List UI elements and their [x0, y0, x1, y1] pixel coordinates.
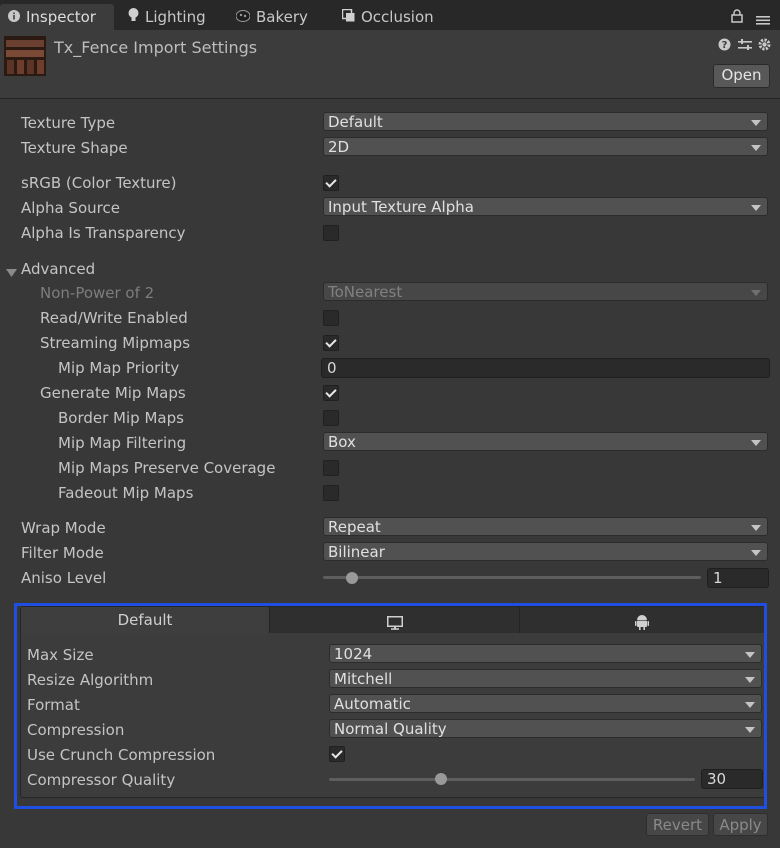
highlight-annotation [14, 603, 767, 809]
border-mip-maps-label: Border Mip Maps [58, 409, 184, 427]
texture-type-label: Texture Type [21, 114, 116, 132]
filter-mode-label: Filter Mode [21, 544, 104, 562]
fadeout-mip-maps-checkbox[interactable] [323, 485, 339, 501]
svg-text:?: ? [722, 40, 728, 51]
tab-label: Lighting [145, 8, 206, 26]
fadeout-mip-maps-label: Fadeout Mip Maps [58, 484, 194, 502]
tab-label: Bakery [256, 8, 308, 26]
srgb-label: sRGB (Color Texture) [21, 174, 177, 192]
page-title: Tx_Fence Import Settings [54, 38, 258, 57]
texture-thumbnail [4, 36, 46, 76]
gear-icon[interactable] [758, 38, 771, 55]
texture-shape-dropdown[interactable]: 2D [323, 137, 768, 156]
generate-mip-maps-label: Generate Mip Maps [40, 384, 186, 402]
dropdown-value: ToNearest [328, 283, 403, 301]
dropdown-value: Repeat [328, 518, 381, 536]
chevron-down-icon [751, 525, 761, 531]
streaming-mipmaps-label: Streaming Mipmaps [40, 334, 191, 352]
texture-shape-label: Texture Shape [21, 139, 128, 157]
non-power-of-2-label: Non-Power of 2 [40, 284, 155, 302]
dropdown-value: 2D [328, 138, 350, 156]
dropdown-value: Bilinear [328, 543, 385, 561]
advanced-foldout-label[interactable]: Advanced [21, 260, 95, 278]
read-write-checkbox[interactable] [323, 310, 339, 326]
wrap-mode-dropdown[interactable]: Repeat [323, 517, 768, 536]
tab-label: Occlusion [361, 8, 434, 26]
info-icon [8, 8, 20, 26]
revert-button[interactable]: Revert [646, 813, 709, 836]
dropdown-value: Input Texture Alpha [328, 198, 474, 216]
mip-map-filtering-label: Mip Map Filtering [58, 434, 187, 452]
alpha-is-transparency-checkbox[interactable] [323, 225, 339, 241]
chevron-down-icon [751, 145, 761, 151]
mip-maps-preserve-coverage-label: Mip Maps Preserve Coverage [58, 459, 276, 477]
non-power-of-2-dropdown: ToNearest [323, 282, 768, 301]
alpha-is-transparency-label: Alpha Is Transparency [21, 224, 186, 242]
aniso-level-slider[interactable] [323, 576, 701, 579]
streaming-mipmaps-checkbox[interactable] [323, 335, 339, 351]
presets-icon[interactable] [738, 38, 752, 55]
mip-map-filtering-dropdown[interactable]: Box [323, 432, 768, 451]
chevron-down-icon [751, 205, 761, 211]
mip-maps-preserve-coverage-checkbox[interactable] [323, 460, 339, 476]
dropdown-value: Default [328, 113, 383, 131]
inspector-header: Tx_Fence Import Settings ? Open [0, 30, 780, 99]
generate-mip-maps-checkbox[interactable] [323, 385, 339, 401]
chevron-down-icon [751, 440, 761, 446]
border-mip-maps-checkbox[interactable] [323, 410, 339, 426]
filter-mode-dropdown[interactable]: Bilinear [323, 542, 768, 561]
help-icon[interactable]: ? [718, 38, 731, 55]
foldout-arrow-icon[interactable] [6, 263, 17, 282]
tab-inspector[interactable]: Inspector [0, 4, 114, 30]
open-button[interactable]: Open [713, 64, 770, 88]
aniso-level-slider-handle[interactable] [346, 572, 358, 584]
chevron-down-icon [751, 120, 761, 126]
bakery-icon [235, 8, 251, 26]
tab-bar: Inspector Lighting Bakery Occlusion [0, 0, 780, 30]
mip-map-priority-input[interactable]: 0 [321, 358, 770, 378]
tab-lighting[interactable]: Lighting [122, 4, 206, 30]
tab-bakery[interactable]: Bakery [234, 4, 308, 30]
check-icon [325, 336, 337, 348]
occlusion-icon [341, 8, 355, 26]
chevron-down-icon [751, 550, 761, 556]
alpha-source-label: Alpha Source [21, 199, 120, 217]
aniso-level-input[interactable]: 1 [707, 568, 769, 588]
apply-button[interactable]: Apply [713, 813, 768, 836]
menu-icon[interactable] [756, 10, 770, 29]
wrap-mode-label: Wrap Mode [21, 519, 106, 537]
srgb-checkbox[interactable] [323, 175, 339, 191]
aniso-level-label: Aniso Level [21, 569, 107, 587]
texture-type-dropdown[interactable]: Default [323, 112, 768, 131]
lock-icon[interactable] [731, 8, 743, 27]
read-write-label: Read/Write Enabled [40, 309, 188, 327]
check-icon [325, 386, 337, 398]
alpha-source-dropdown[interactable]: Input Texture Alpha [323, 197, 768, 216]
mip-map-priority-label: Mip Map Priority [58, 359, 180, 377]
chevron-down-icon [751, 290, 761, 296]
check-icon [325, 176, 337, 188]
bulb-icon [128, 8, 139, 26]
tab-label: Inspector [26, 8, 96, 26]
dropdown-value: Box [328, 433, 356, 451]
tab-occlusion[interactable]: Occlusion [340, 4, 434, 30]
